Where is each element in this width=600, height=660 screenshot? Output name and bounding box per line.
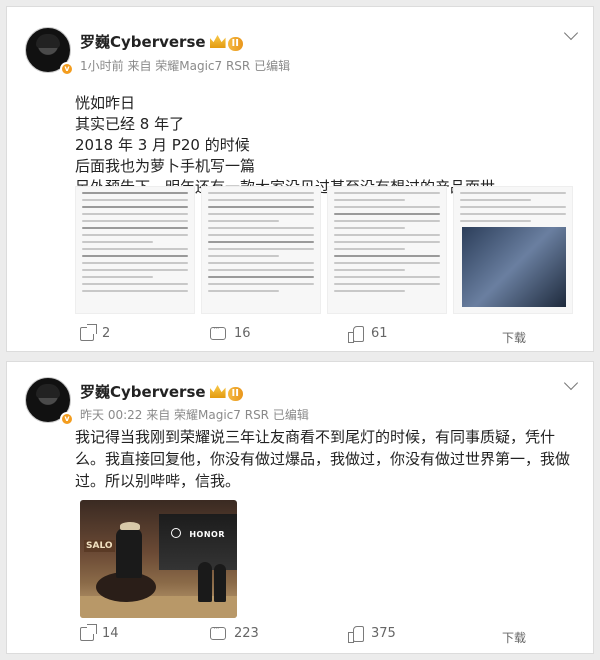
post-line: 恍如昨日 bbox=[75, 94, 136, 112]
post-meta: 昨天 00:22 来自 荣耀Magic7 RSR 已编辑 bbox=[80, 408, 309, 422]
crown-icon bbox=[209, 385, 226, 398]
comment-button[interactable]: 223 bbox=[210, 624, 259, 641]
comment-button[interactable]: 16 bbox=[210, 324, 251, 341]
username[interactable]: 罗巍Cyberverse II bbox=[80, 381, 243, 402]
share-icon bbox=[80, 323, 97, 341]
post-line: 2018 年 3 月 P20 的时候 bbox=[75, 136, 250, 154]
honor-logo-icon bbox=[171, 528, 181, 538]
image-thumbnail[interactable] bbox=[327, 186, 447, 314]
share-button[interactable]: 14 bbox=[80, 623, 119, 641]
bystander-figure bbox=[214, 564, 226, 602]
username[interactable]: 罗巍Cyberverse II bbox=[80, 31, 243, 52]
level-badge: II bbox=[227, 387, 243, 401]
post-text: 恍如昨日 其实已经 8 年了 2018 年 3 月 P20 的时候 后面我也为萝… bbox=[75, 93, 495, 198]
post-line: 后面我也为萝卜手机写一篇 bbox=[75, 157, 256, 175]
honor-sign: HONOR bbox=[189, 530, 225, 539]
image-thumbnail[interactable] bbox=[453, 186, 573, 314]
cowboy-hat bbox=[120, 522, 140, 530]
share-count: 14 bbox=[102, 626, 119, 641]
comment-count: 16 bbox=[234, 326, 251, 341]
crown-icon bbox=[209, 35, 226, 48]
post-text: 我记得当我刚到荣耀说三年让友商看不到尾灯的时候，有同事质疑，凭什么。我直接回复他… bbox=[75, 428, 571, 490]
image-grid bbox=[75, 186, 575, 314]
share-count: 2 bbox=[102, 326, 111, 341]
like-button[interactable]: 375 bbox=[348, 626, 396, 643]
download-button[interactable]: 下载 bbox=[502, 629, 526, 646]
display-screen bbox=[159, 514, 237, 570]
comment-count: 223 bbox=[234, 626, 259, 641]
salo-sign: SALO bbox=[84, 540, 115, 552]
like-button[interactable]: 61 bbox=[348, 326, 388, 343]
level-badge: II bbox=[227, 37, 243, 51]
rider-figure bbox=[116, 528, 142, 578]
username-text[interactable]: 罗巍Cyberverse bbox=[80, 33, 206, 51]
post-photo[interactable]: HONOR SALO bbox=[80, 500, 237, 618]
image-thumbnail[interactable] bbox=[201, 186, 321, 314]
share-button[interactable]: 2 bbox=[80, 323, 111, 341]
like-icon bbox=[348, 626, 364, 643]
bystander-figure bbox=[198, 562, 212, 602]
verified-badge-icon: v bbox=[60, 62, 74, 76]
username-text[interactable]: 罗巍Cyberverse bbox=[80, 383, 206, 401]
share-icon bbox=[80, 623, 97, 641]
download-button[interactable]: 下载 bbox=[502, 329, 526, 346]
post-line: 其实已经 8 年了 bbox=[75, 115, 185, 133]
comment-icon bbox=[210, 624, 226, 640]
comment-icon bbox=[210, 324, 226, 340]
like-count: 375 bbox=[371, 626, 396, 641]
image-thumbnail[interactable] bbox=[75, 186, 195, 314]
like-icon bbox=[348, 326, 364, 343]
like-count: 61 bbox=[371, 326, 388, 341]
verified-badge-icon: v bbox=[60, 412, 74, 426]
photo-collage-icon bbox=[462, 227, 566, 307]
post-meta: 1小时前 来自 荣耀Magic7 RSR 已编辑 bbox=[80, 59, 291, 73]
